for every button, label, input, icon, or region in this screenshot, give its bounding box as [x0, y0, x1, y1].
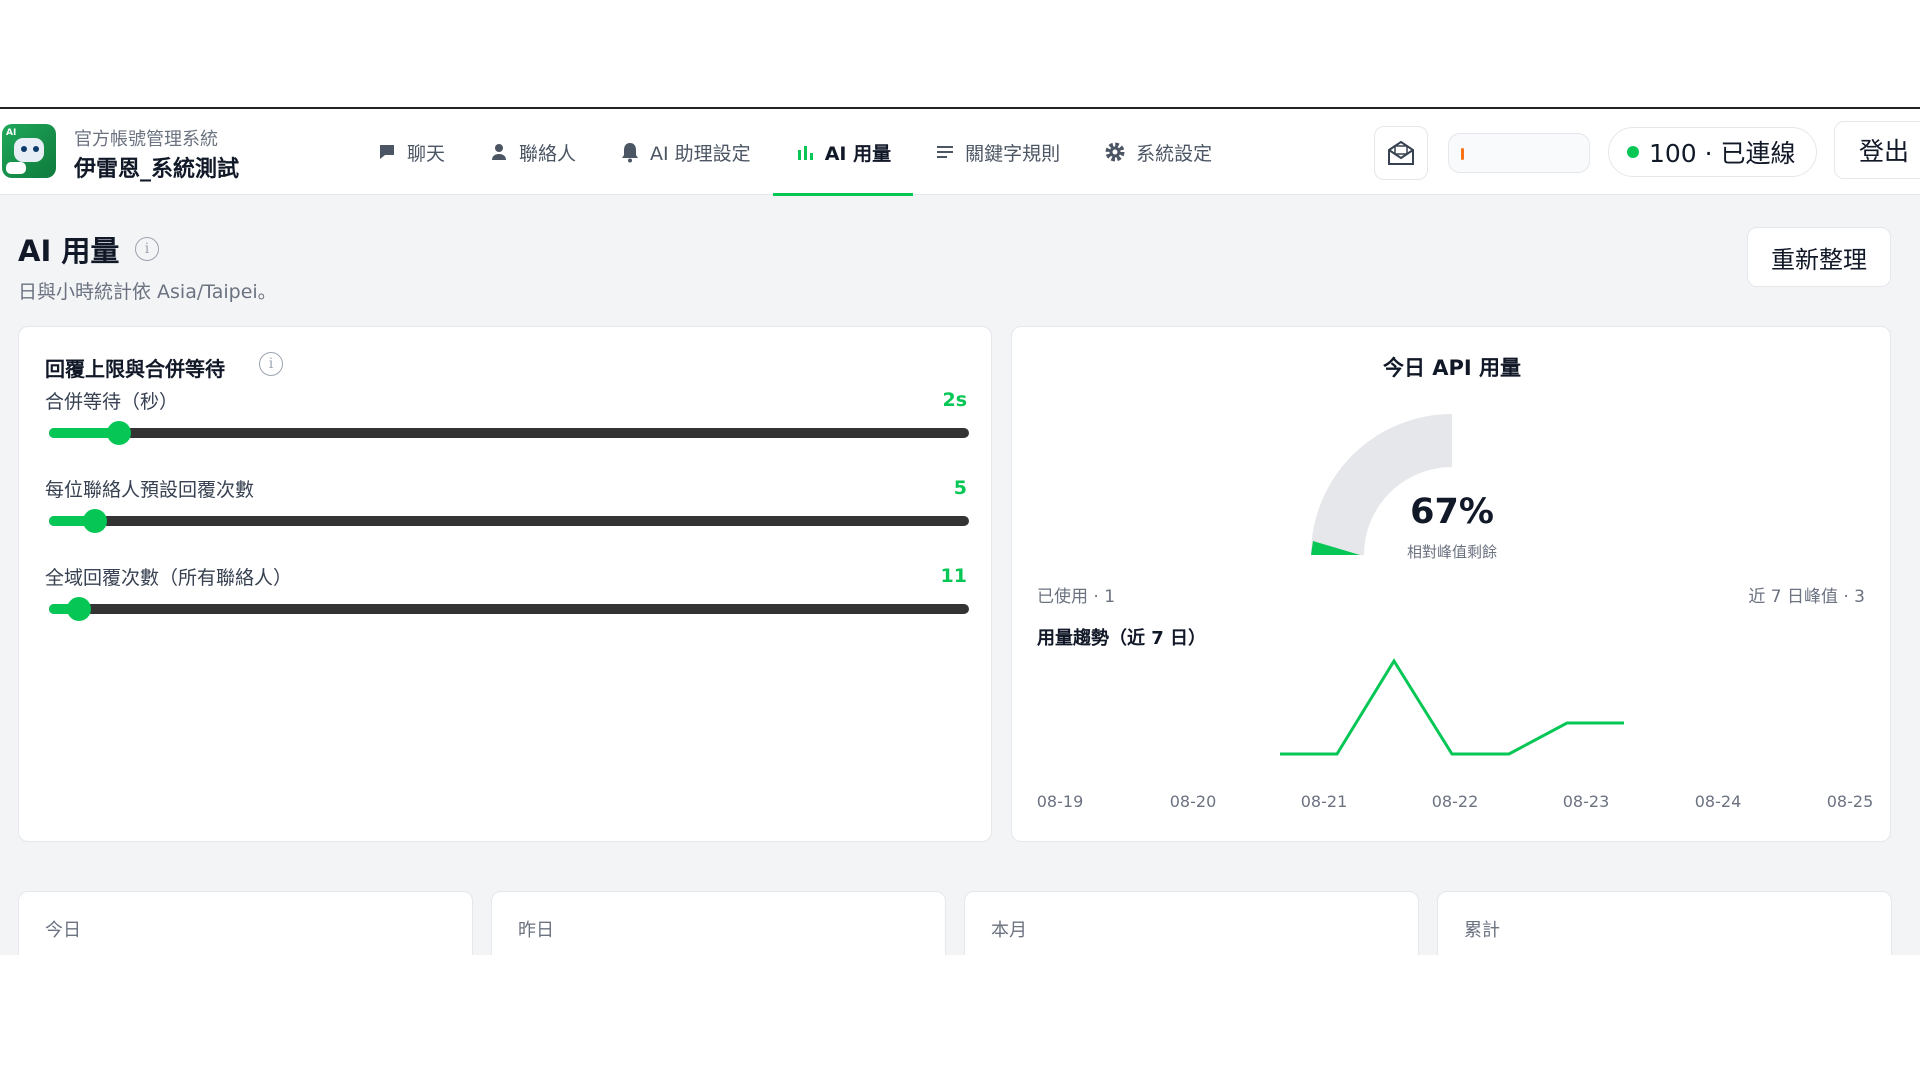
- usage-trend-chart: 08-19 08-20 08-21 08-22 08-23 08-24 08-25: [1037, 658, 1874, 811]
- x-tick-label: 08-19: [1037, 792, 1084, 811]
- online-dot-icon: [1627, 146, 1639, 158]
- blank-top-area: [0, 0, 1920, 109]
- global-reply-value: 11: [940, 565, 967, 587]
- info-icon[interactable]: i: [135, 237, 159, 261]
- brand-account-name: 伊雷恩_系統測試: [74, 157, 240, 182]
- gauge-caption: 相對峰值剩餘: [1406, 543, 1497, 561]
- connection-status: 100 · 已連線: [1608, 127, 1817, 177]
- logout-button[interactable]: 登出: [1834, 121, 1920, 179]
- x-tick-label: 08-25: [1827, 792, 1874, 811]
- slider-thumb[interactable]: [106, 421, 131, 445]
- list-icon: [937, 146, 954, 158]
- app-window: AI 官方帳號管理系統 伊雷恩_系統測試 聊天 聯絡人 AI 助理設定 AI 用…: [0, 109, 1920, 955]
- page-subtitle: 日與小時統計依 Asia/Taipei。: [18, 281, 277, 303]
- per-contact-label: 每位聯絡人預設回覆次數: [45, 479, 255, 501]
- per-contact-slider[interactable]: [49, 509, 969, 533]
- reply-limits-title: 回覆上限與合併等待: [45, 357, 225, 381]
- nav-chat[interactable]: 聊天: [355, 109, 467, 195]
- app-logo-icon: AI: [2, 124, 56, 178]
- connection-status-text: 100 · 已連線: [1649, 139, 1796, 168]
- api-usage-title: 今日 API 用量: [1382, 356, 1522, 380]
- bar-chart-icon: [797, 146, 813, 160]
- nav-ai-assistant-label: AI 助理設定: [650, 142, 751, 165]
- stat-card-today: 今日: [18, 891, 473, 955]
- global-reply-label: 全域回覆次數（所有聯絡人）: [45, 567, 293, 589]
- nav-ai-usage-label: AI 用量: [824, 142, 892, 165]
- nav-system-settings-label: 系統設定: [1136, 142, 1213, 165]
- slider-thumb[interactable]: [67, 597, 92, 621]
- global-reply-slider[interactable]: [49, 597, 969, 621]
- nav-contacts-label: 聯絡人: [519, 142, 577, 165]
- x-tick-label: 08-22: [1432, 792, 1479, 811]
- info-icon[interactable]: i: [259, 352, 283, 376]
- reply-limits-card: 回覆上限與合併等待 i 合併等待（秒） 2s 每位聯絡人預設回覆次數 5 全域回…: [18, 326, 992, 842]
- stat-month-label: 本月: [991, 920, 1027, 941]
- nav-ai-assistant[interactable]: AI 助理設定: [598, 109, 773, 195]
- stat-yesterday-label: 昨日: [518, 920, 554, 941]
- account-selector[interactable]: [1448, 133, 1590, 173]
- chat-icon: [380, 145, 394, 159]
- stat-card-yesterday: 昨日: [491, 891, 946, 955]
- nav-chat-label: 聊天: [407, 142, 446, 165]
- gauge-percent: 67%: [1410, 492, 1494, 532]
- bell-icon: [622, 143, 639, 163]
- mail-open-icon: [1388, 140, 1414, 165]
- gear-icon: [1105, 142, 1125, 162]
- inbox-button[interactable]: [1374, 126, 1428, 180]
- merge-wait-label: 合併等待（秒）: [45, 391, 179, 413]
- nav-keyword-rules[interactable]: 關鍵字規則: [913, 109, 1082, 195]
- gauge-track: [1311, 414, 1452, 555]
- nav-contacts[interactable]: 聯絡人: [467, 109, 598, 195]
- top-navbar: AI 官方帳號管理系統 伊雷恩_系統測試 聊天 聯絡人 AI 助理設定 AI 用…: [0, 109, 1920, 196]
- x-tick-label: 08-24: [1695, 792, 1742, 811]
- main-nav: 聊天 聯絡人 AI 助理設定 AI 用量 關鍵字規則 系統設定: [355, 109, 1234, 196]
- per-contact-value: 5: [953, 477, 967, 499]
- stat-card-total: 累計: [1437, 891, 1892, 955]
- account-indicator: [1461, 148, 1464, 160]
- api-usage-card: 今日 API 用量 67% 相對峰值剩餘 已使用 · 1 近 7 日峰值 · 3…: [1011, 326, 1891, 842]
- x-tick-label: 08-21: [1301, 792, 1348, 811]
- person-icon: [492, 144, 507, 160]
- blank-bottom-area: [0, 955, 1920, 1080]
- brand-subtitle: 官方帳號管理系統: [74, 129, 218, 150]
- stat-today-label: 今日: [45, 920, 81, 941]
- stat-total-label: 累計: [1464, 920, 1500, 941]
- slider-thumb[interactable]: [83, 509, 107, 533]
- x-tick-label: 08-20: [1170, 792, 1217, 811]
- refresh-button[interactable]: 重新整理: [1747, 227, 1891, 287]
- nav-keyword-rules-label: 關鍵字規則: [965, 142, 1061, 165]
- nav-ai-usage[interactable]: AI 用量: [772, 109, 914, 196]
- nav-system-settings[interactable]: 系統設定: [1082, 109, 1234, 195]
- used-count: 已使用 · 1: [1037, 587, 1116, 607]
- usage-series-line: [1280, 658, 1624, 756]
- peak-count: 近 7 日峰值 · 3: [1748, 587, 1865, 607]
- merge-wait-slider[interactable]: [49, 421, 969, 445]
- x-tick-label: 08-23: [1563, 792, 1610, 811]
- page-title: AI 用量: [18, 234, 120, 268]
- merge-wait-value: 2s: [942, 389, 967, 411]
- stat-card-month: 本月: [964, 891, 1419, 955]
